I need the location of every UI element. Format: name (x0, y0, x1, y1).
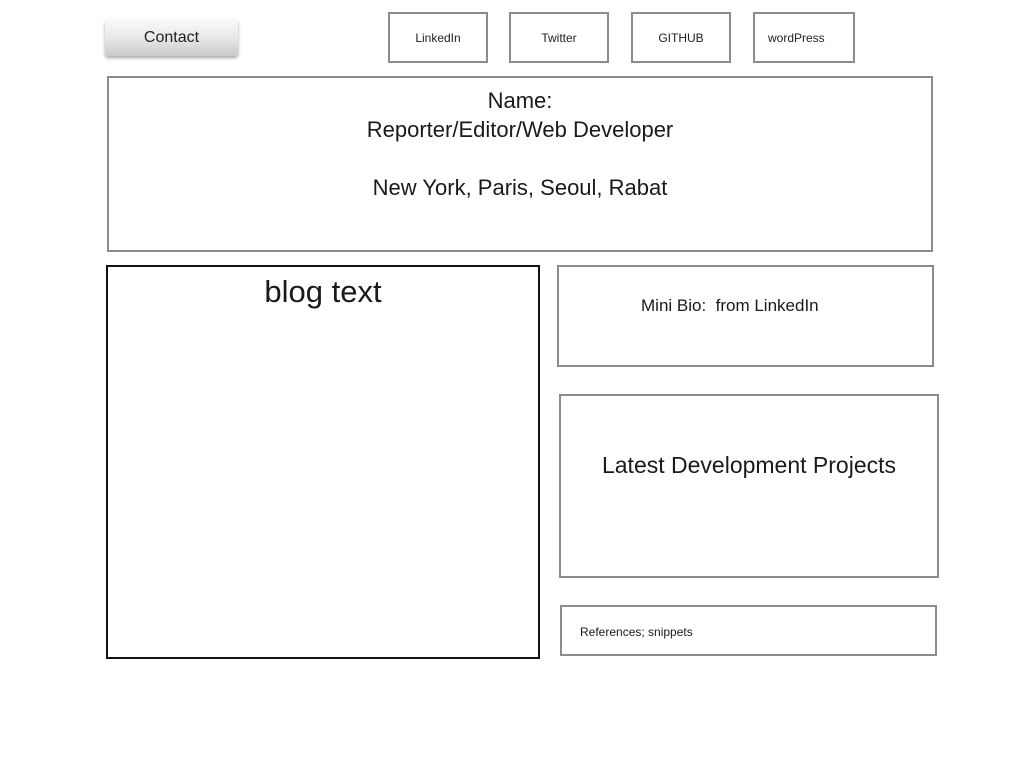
locations-text: New York, Paris, Seoul, Rabat (372, 175, 668, 200)
latest-projects-panel: Latest Development Projects (559, 394, 939, 578)
header-spacer (109, 144, 931, 173)
github-link-button[interactable]: GITHUB (631, 12, 731, 63)
twitter-link-label: Twitter (541, 30, 577, 45)
wordpress-link-label: wordPress (768, 30, 825, 45)
blog-panel: blog text (106, 265, 540, 659)
contact-button[interactable]: Contact (105, 19, 238, 56)
references-text: References; snippets (580, 625, 693, 639)
latest-projects-title: Latest Development Projects (601, 452, 897, 478)
references-panel: References; snippets (560, 605, 937, 656)
github-link-label: GITHUB (658, 30, 704, 45)
linkedin-link-button[interactable]: LinkedIn (388, 12, 488, 63)
blog-title: blog text (264, 274, 382, 309)
twitter-link-button[interactable]: Twitter (509, 12, 609, 63)
roles-text: Reporter/Editor/Web Developer (366, 117, 674, 142)
wordpress-link-button[interactable]: wordPress (753, 12, 855, 63)
linkedin-link-label: LinkedIn (415, 30, 461, 45)
profile-header-panel: Name: Reporter/Editor/Web Developer New … (107, 76, 933, 252)
mini-bio-panel: Mini Bio: from LinkedIn (557, 265, 934, 367)
contact-button-label: Contact (143, 28, 200, 46)
mini-bio-text: Mini Bio: from LinkedIn (641, 296, 819, 315)
name-label: Name: (487, 88, 553, 113)
